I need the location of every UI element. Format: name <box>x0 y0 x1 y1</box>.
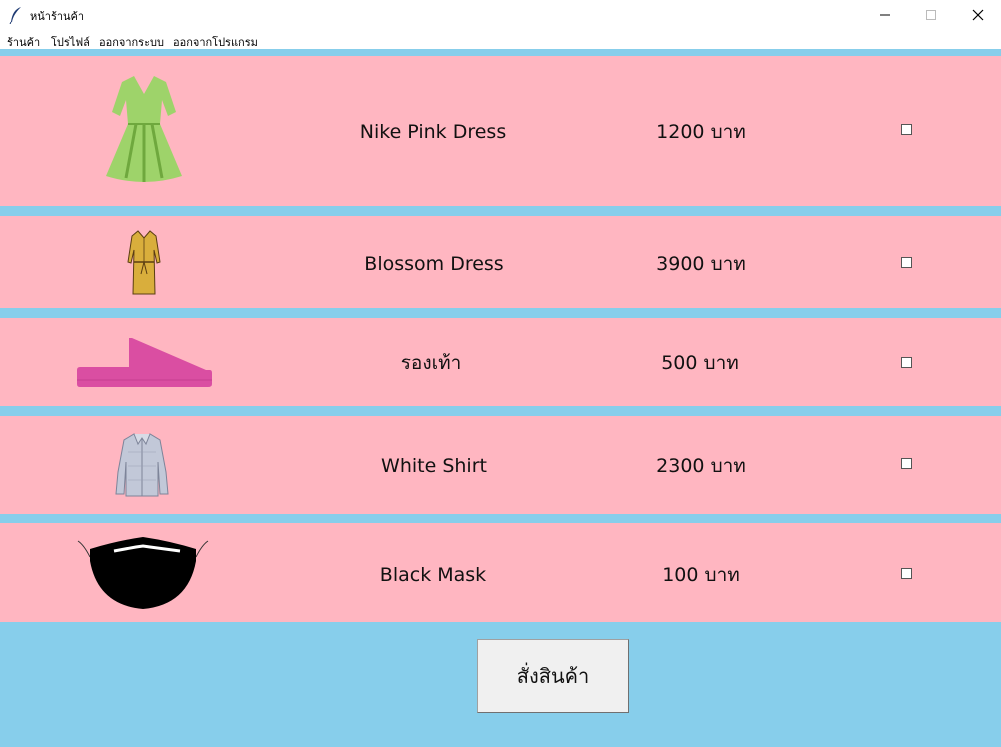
product-checkbox[interactable] <box>901 568 912 579</box>
window-title: หน้าร้านค้า <box>30 10 85 23</box>
title-bar: หน้าร้านค้า <box>0 0 1001 30</box>
feather-icon <box>9 6 23 25</box>
product-checkbox[interactable] <box>901 357 912 368</box>
product-price: 2300 บาท <box>656 455 746 477</box>
black-mask-icon <box>76 535 210 611</box>
shirt-icon <box>114 432 170 498</box>
minimize-button[interactable] <box>862 0 908 30</box>
product-checkbox[interactable] <box>901 257 912 268</box>
product-row: Black Mask 100 บาท <box>0 523 1001 622</box>
menu-item-shop[interactable]: ร้านค้า <box>7 33 40 51</box>
pink-shoe-icon <box>76 336 212 388</box>
green-dress-icon <box>100 72 188 186</box>
product-price: 500 บาท <box>661 352 739 374</box>
menu-item-logout[interactable]: ออกจากระบบ <box>99 33 164 51</box>
product-name: Nike Pink Dress <box>359 121 507 143</box>
product-row: White Shirt 2300 บาท <box>0 416 1001 514</box>
menu-item-profile[interactable]: โปรไฟล์ <box>51 33 90 51</box>
product-name: Black Mask <box>379 564 487 586</box>
product-row: Nike Pink Dress 1200 บาท <box>0 56 1001 206</box>
maximize-button[interactable] <box>908 0 954 30</box>
product-name: รองเท้า <box>400 352 462 374</box>
order-button[interactable]: สั่งสินค้า <box>477 639 629 713</box>
product-name: Blossom Dress <box>364 253 504 275</box>
product-checkbox[interactable] <box>901 124 912 135</box>
product-row: Blossom Dress 3900 บาท <box>0 216 1001 308</box>
menu-item-exit[interactable]: ออกจากโปรแกรม <box>173 33 258 51</box>
product-price: 1200 บาท <box>656 121 746 143</box>
close-button[interactable] <box>955 0 1001 30</box>
product-row: รองเท้า 500 บาท <box>0 318 1001 406</box>
product-name: White Shirt <box>381 455 487 477</box>
close-icon <box>972 9 984 21</box>
product-price: 100 บาท <box>662 564 740 586</box>
product-price: 3900 บาท <box>656 253 746 275</box>
yellow-dress-icon <box>124 228 164 298</box>
menu-bar: ร้านค้า โปรไฟล์ ออกจากระบบ ออกจากโปรแกรม <box>0 30 1001 49</box>
product-checkbox[interactable] <box>901 458 912 469</box>
